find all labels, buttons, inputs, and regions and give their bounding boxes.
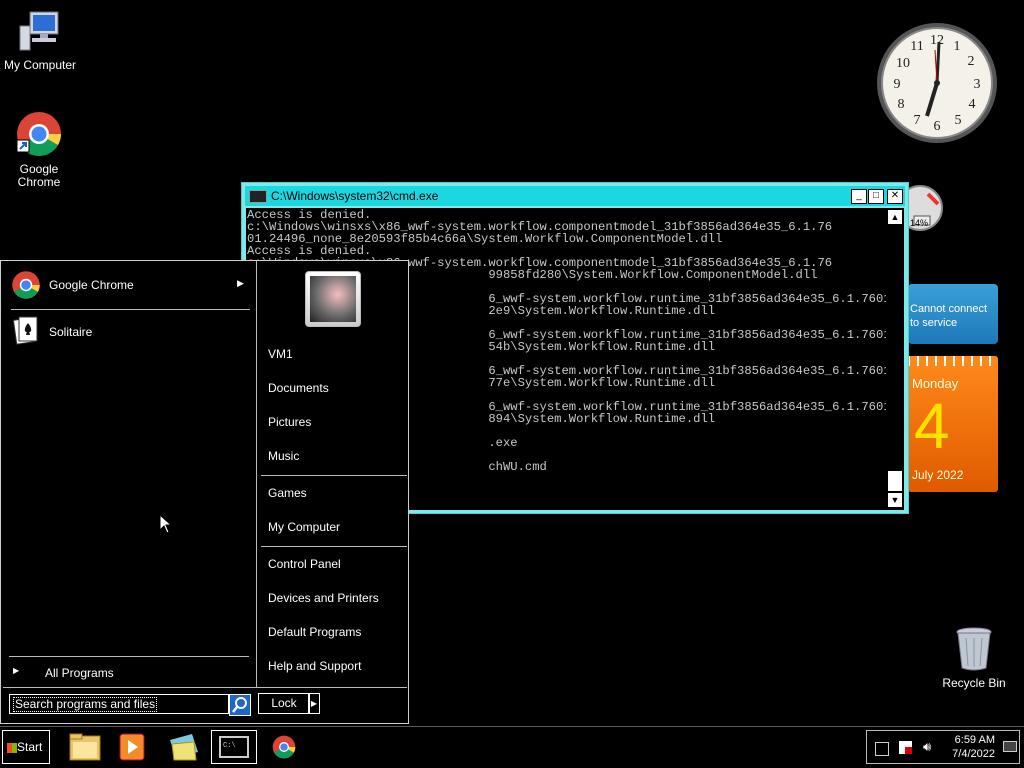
desktop-icon-label: Google Chrome	[17, 162, 61, 189]
show-desktop-button[interactable]	[1003, 741, 1017, 752]
chrome-icon	[272, 735, 296, 759]
cpu-percent: 14%	[910, 218, 929, 228]
search-button[interactable]	[229, 694, 251, 716]
separator	[261, 546, 407, 547]
separator	[3, 687, 407, 688]
desktop-icon-recycle-bin[interactable]: Recycle Bin	[934, 626, 1014, 690]
scroll-up-button[interactable]: ▲	[887, 209, 903, 225]
calendar-gadget[interactable]: Monday 4 July 2022	[908, 356, 998, 492]
shutdown-options-button[interactable]: ▶	[308, 693, 320, 714]
start-link-default-programs[interactable]: Default Programs	[268, 625, 361, 639]
calendar-weekday: Monday	[912, 376, 959, 391]
start-item-label: Google Chrome	[49, 278, 134, 292]
chrome-icon	[16, 112, 61, 156]
user-picture[interactable]	[305, 271, 361, 327]
all-programs-label: All Programs	[45, 666, 114, 680]
scroll-thumb[interactable]	[887, 470, 903, 492]
start-link-user[interactable]: VM1	[268, 347, 293, 361]
taskbar-chrome[interactable]	[262, 730, 306, 764]
svg-text:12: 12	[930, 33, 944, 48]
svg-text:6: 6	[934, 119, 941, 134]
svg-text:1: 1	[954, 39, 961, 54]
start-link-games[interactable]: Games	[268, 486, 307, 500]
taskbar-cmd[interactable]: C:\	[211, 730, 257, 764]
scroll-down-button[interactable]: ▼	[887, 492, 903, 508]
start-link-my-computer[interactable]: My Computer	[268, 520, 340, 534]
mouse-cursor-icon	[159, 514, 173, 534]
start-link-music[interactable]: Music	[268, 449, 299, 463]
svg-text:8: 8	[898, 97, 905, 112]
close-button[interactable]: ✕	[887, 189, 903, 204]
start-link-pictures[interactable]: Pictures	[268, 415, 311, 429]
taskbar-media-player[interactable]	[110, 730, 154, 764]
recycle-bin-icon	[956, 627, 992, 671]
search-input[interactable]: Search programs and files	[9, 694, 229, 714]
search-placeholder: Search programs and files	[13, 697, 158, 712]
right-arrow-icon: ▶	[13, 666, 20, 675]
action-center-flag-icon[interactable]	[899, 741, 912, 754]
svg-text:2: 2	[968, 54, 975, 69]
maximize-button[interactable]: □	[868, 189, 884, 204]
calendar-month-year: July 2022	[912, 468, 964, 482]
separator	[9, 656, 249, 657]
cmd-titlebar[interactable]: C:\Windows\system32\cmd.exe	[245, 186, 905, 206]
media-player-icon	[119, 733, 145, 761]
notification-area: 🔊︎ 6:59 AM 7/4/2022	[866, 730, 1020, 764]
start-item-label: Solitaire	[49, 325, 93, 339]
start-button[interactable]: Start	[2, 730, 50, 764]
submenu-arrow-icon: ▶	[237, 278, 244, 288]
minimize-button[interactable]: _	[851, 189, 867, 204]
weather-message-line1: Cannot connect	[910, 303, 988, 315]
clock-area[interactable]: 6:59 AM 7/4/2022	[949, 733, 995, 761]
cmd-title: C:\Windows\system32\cmd.exe	[271, 189, 439, 203]
start-link-control-panel[interactable]: Control Panel	[268, 557, 341, 571]
folder-icon	[69, 733, 101, 761]
desktop-icon-my-computer[interactable]: My Computer	[0, 10, 80, 72]
svg-text:11: 11	[910, 39, 923, 54]
svg-text:3: 3	[974, 77, 981, 92]
network-icon[interactable]	[875, 742, 889, 756]
start-menu-right-pane: VM1 Documents Pictures Music Games My Co…	[256, 261, 409, 687]
start-pinned-google-chrome[interactable]: Google Chrome ▶	[11, 270, 249, 300]
desktop-icon-google-chrome[interactable]: Google Chrome	[0, 110, 79, 189]
computer-icon	[19, 11, 59, 51]
weather-gadget[interactable]: Cannot connect to service	[908, 284, 998, 344]
separator	[261, 475, 407, 476]
vertical-scrollbar[interactable]: ▲ ▼	[886, 208, 904, 510]
desktop-icon-label: My Computer	[3, 58, 77, 72]
svg-text:C:\: C:\	[223, 742, 236, 750]
svg-text:10: 10	[896, 56, 910, 71]
lock-button[interactable]: Lock	[258, 693, 310, 714]
svg-text:7: 7	[914, 113, 921, 128]
chrome-icon	[12, 271, 40, 299]
separator	[11, 309, 250, 310]
clock-gadget[interactable]: 12 12 345 678 91011	[876, 22, 998, 144]
taskbar-explorer[interactable]	[62, 730, 106, 764]
start-link-help-support[interactable]: Help and Support	[268, 659, 361, 673]
all-programs-button[interactable]: ▶ All Programs	[9, 663, 249, 683]
calendar-day: 4	[914, 390, 950, 462]
start-label: Start	[17, 740, 43, 754]
briefcase-folder-icon	[170, 734, 198, 761]
svg-text:9: 9	[894, 77, 901, 92]
windows-logo-icon	[7, 742, 17, 753]
start-link-documents[interactable]: Documents	[268, 381, 329, 395]
taskbar: Start C:\ 🔊︎ 6:59 AM 7/4/2022	[0, 726, 1024, 768]
volume-icon[interactable]: 🔊︎	[923, 739, 931, 755]
desktop-icon-label: Recycle Bin	[942, 676, 1006, 690]
svg-text:4: 4	[969, 97, 976, 112]
calendar-rings	[908, 356, 998, 366]
svg-text:5: 5	[955, 113, 962, 128]
start-link-devices-printers[interactable]: Devices and Printers	[268, 591, 379, 605]
clock-time: 6:59 AM	[954, 734, 995, 746]
console-icon: C:\	[219, 736, 249, 758]
taskbar-sync-center[interactable]	[162, 730, 206, 764]
start-menu[interactable]: Google Chrome ▶ Solitaire ▶ All Programs…	[0, 260, 409, 724]
solitaire-icon	[13, 316, 38, 345]
console-icon	[249, 190, 267, 204]
clock-date: 7/4/2022	[952, 748, 995, 760]
search-icon	[232, 697, 247, 713]
weather-message-line2: to service	[910, 317, 958, 329]
start-pinned-solitaire[interactable]: Solitaire	[11, 315, 249, 347]
